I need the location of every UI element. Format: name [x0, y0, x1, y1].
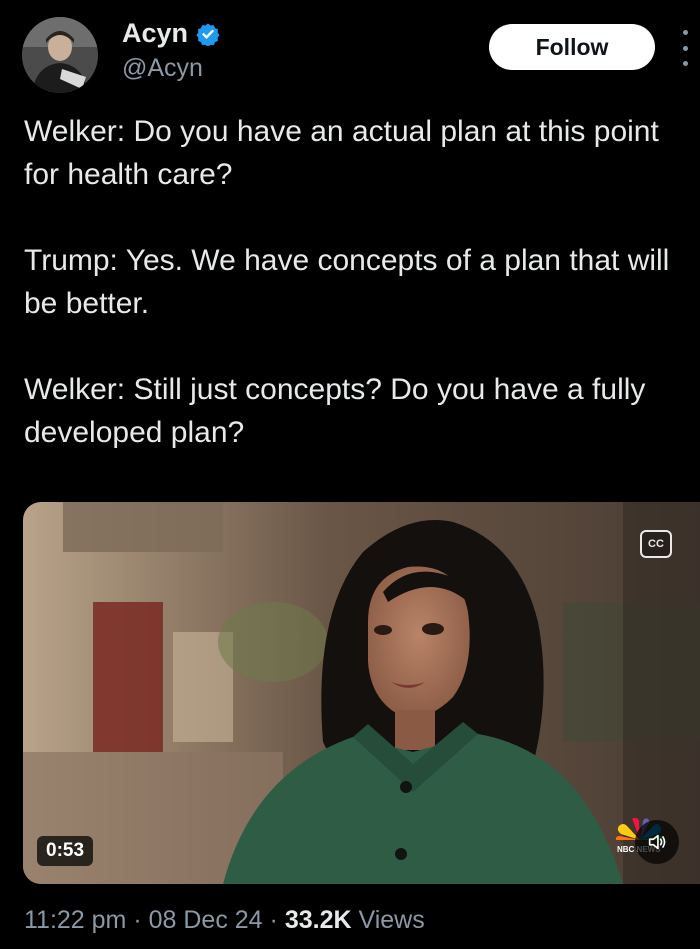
tweet-meta: 11:22 pm · 08 Dec 24 · 33.2K Views — [24, 906, 425, 935]
tweet-paragraph: Trump: Yes. We have concepts of a plan t… — [24, 244, 670, 320]
avatar[interactable] — [22, 17, 98, 93]
meta-separator: · — [133, 906, 142, 934]
tweet-text: Welker: Do you have an actual plan at th… — [24, 110, 684, 497]
meta-separator: · — [269, 906, 278, 934]
more-dot — [682, 45, 688, 51]
more-options-icon[interactable] — [676, 30, 694, 66]
verified-badge-icon — [196, 23, 220, 46]
user-handle[interactable]: @Acyn — [122, 54, 203, 83]
views-count[interactable]: 33.2K — [285, 906, 352, 934]
profile-photo-icon — [22, 17, 98, 93]
more-dot — [682, 30, 688, 35]
views-label: Views — [358, 906, 425, 934]
more-dot — [682, 61, 688, 66]
speaker-icon — [648, 834, 666, 850]
follow-button[interactable]: Follow — [489, 24, 655, 70]
video-duration: 0:53 — [37, 836, 94, 866]
tweet-header: Acyn @Acyn Follow — [0, 0, 700, 105]
display-name[interactable]: Acyn — [122, 18, 188, 49]
closed-captions-button[interactable]: CC — [640, 530, 672, 558]
video-player[interactable]: CC 0:53 NBC NEWS — [23, 502, 700, 884]
name-row: Acyn — [122, 18, 220, 49]
tweet-paragraph: Welker: Do you have an actual plan at th… — [24, 115, 659, 191]
tweet-date[interactable]: 08 Dec 24 — [149, 906, 263, 934]
mute-button[interactable] — [635, 820, 679, 864]
tweet-paragraph: Welker: Still just concepts? Do you have… — [24, 373, 646, 449]
tweet-time[interactable]: 11:22 pm — [24, 906, 126, 934]
video-frame — [23, 502, 700, 884]
